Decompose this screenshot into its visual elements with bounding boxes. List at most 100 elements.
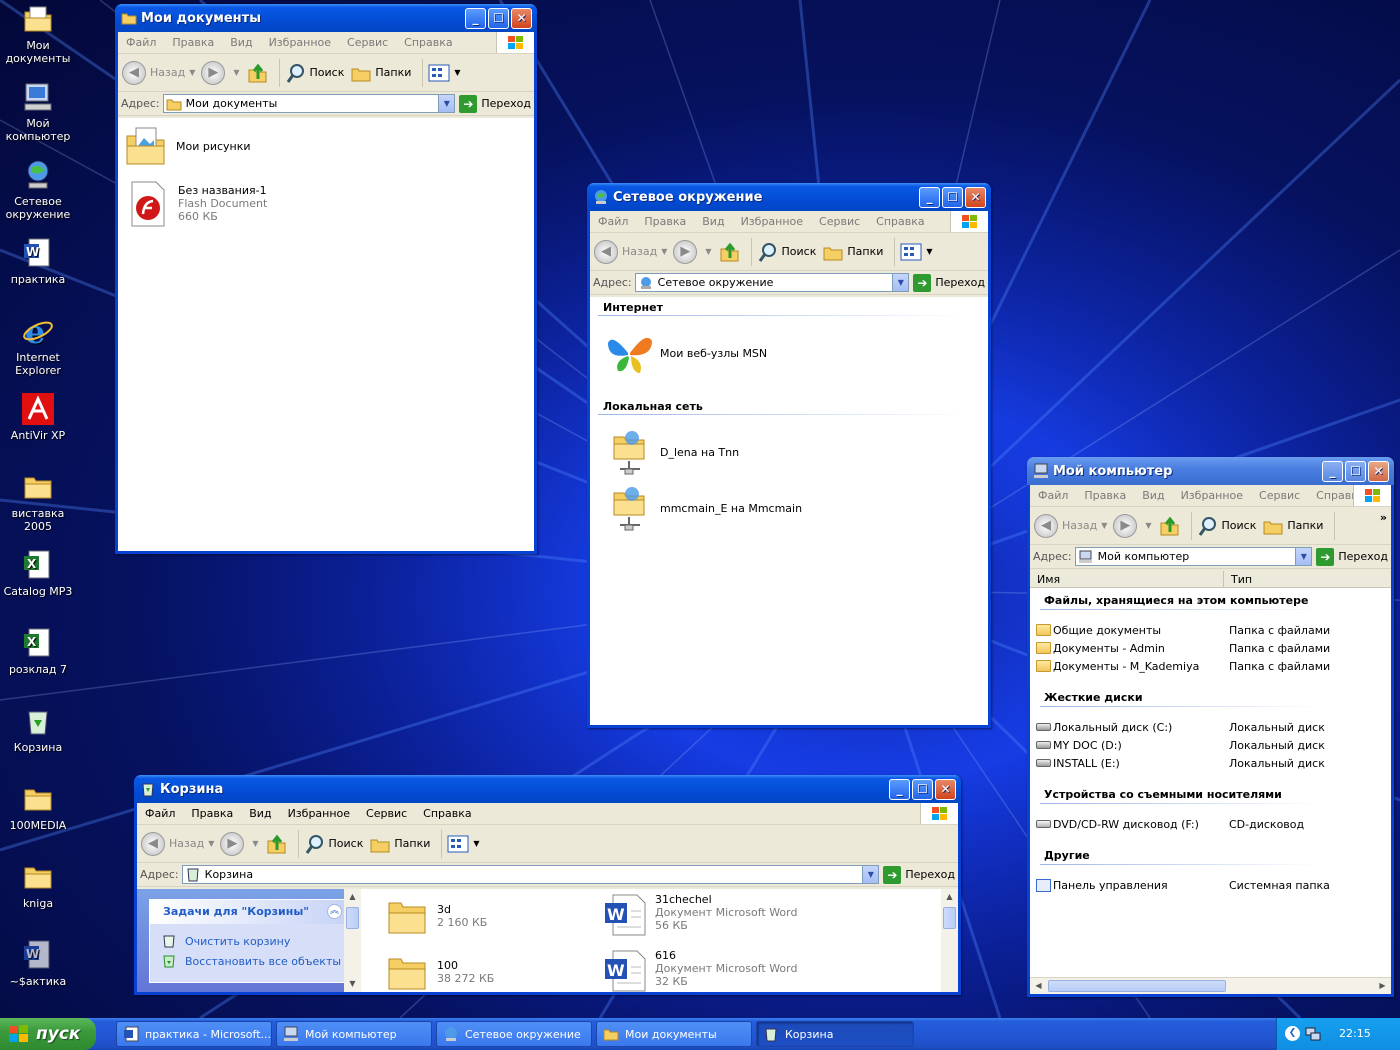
table-row[interactable]: Общие документы Папка с файлами [1030,621,1391,639]
menu-edit[interactable]: Правка [1076,489,1134,502]
desktop-icon-temp-praktika[interactable]: W ~$актика [2,938,74,988]
task-panel-header[interactable]: Задачи для "Корзины" ︽ [150,900,348,924]
up-folder-button[interactable] [246,62,268,84]
title-bar[interactable]: Мои документы _ ☐ ✕ [115,4,537,32]
menu-tools[interactable]: Сервис [811,215,868,228]
menu-file[interactable]: Файл [118,36,164,49]
desktop-icon-internet-explorer[interactable]: e Internet Explorer [2,313,74,377]
taskbar-item-recycle-bin[interactable]: Корзина [756,1021,914,1047]
table-row[interactable]: Документы - Admin Папка с файлами [1030,639,1391,657]
up-folder-button[interactable] [265,833,287,855]
file-view-scrollbar[interactable]: ▲ [941,889,958,992]
scroll-thumb[interactable] [943,907,956,929]
menu-view[interactable]: Вид [222,36,260,49]
desktop-icon-vistavka[interactable]: виставка 2005 [2,470,74,533]
menu-file[interactable]: Файл [590,215,636,228]
list-item[interactable]: 100 38 272 КБ [387,953,494,992]
desktop-icon-100media[interactable]: 100MEDIA [2,782,74,832]
chevron-down-icon[interactable]: ▼ [208,839,214,848]
list-item[interactable]: 3d 2 160 КБ [387,897,487,937]
menu-view[interactable]: Вид [694,215,732,228]
taskbar-item-my-computer[interactable]: Мой компьютер [276,1021,432,1047]
file-view[interactable]: Мои рисунки Без названия-1 Flash Documen… [118,118,534,551]
back-button[interactable]: ◀ Назад ▼ [122,60,195,85]
table-row[interactable]: INSTALL (E:) Локальный диск [1030,754,1391,772]
title-bar[interactable]: Корзина _ ☐ ✕ [134,775,961,803]
desktop-icon-catalog-mp3[interactable]: X Catalog MP3 [2,548,74,598]
minimize-button[interactable]: _ [919,186,940,208]
menu-help[interactable]: Справка [868,215,932,228]
views-button[interactable]: ▼ [428,64,461,82]
menu-tools[interactable]: Сервис [339,36,396,49]
menu-tools[interactable]: Сервис [358,807,415,820]
go-button[interactable]: ➔ Переход [1316,547,1388,566]
address-dropdown-button[interactable]: ▼ [1295,548,1312,565]
column-header-name[interactable]: Имя [1030,571,1224,587]
close-button[interactable]: ✕ [511,7,532,29]
clock[interactable]: 22:15 [1339,1027,1371,1040]
menu-help[interactable]: Справка [415,807,479,820]
taskbar-item-praktika[interactable]: практика - Microsoft... [116,1021,272,1047]
scroll-down-arrow-icon[interactable]: ▼ [344,976,361,992]
scroll-up-arrow-icon[interactable]: ▲ [344,889,361,905]
list-item[interactable]: Без названия-1 Flash Document 660 КБ [128,180,267,228]
desktop-icon-my-computer[interactable]: Мой компьютер [2,80,74,143]
chevron-down-icon[interactable]: ▼ [705,247,711,256]
address-input[interactable]: Сетевое окружение ▼ [634,273,910,292]
horizontal-scrollbar[interactable]: ◀ ▶ [1030,977,1391,994]
menu-favorites[interactable]: Избранное [280,807,358,820]
views-button[interactable]: ▼ [447,835,480,853]
toolbar-overflow-chevron-icon[interactable]: » [1380,511,1387,524]
menu-favorites[interactable]: Избранное [261,36,339,49]
folders-button[interactable]: Папки [1262,515,1323,537]
minimize-button[interactable]: _ [465,7,486,29]
search-button[interactable]: Поиск [757,241,816,263]
menu-edit[interactable]: Правка [636,215,694,228]
menu-edit[interactable]: Правка [183,807,241,820]
task-empty-bin[interactable]: Очистить корзину [162,934,290,948]
taskbar-item-my-documents[interactable]: Мои документы [596,1021,752,1047]
address-dropdown-button[interactable]: ▼ [862,866,879,883]
network-connection-icon[interactable] [1305,1026,1321,1042]
desktop-icon-my-documents[interactable]: Мои документы [2,2,74,65]
scroll-up-arrow-icon[interactable]: ▲ [941,889,958,905]
collapse-chevron-icon[interactable]: ︽ [327,904,342,919]
list-item[interactable]: D_lena на Tnn [610,429,739,475]
up-folder-button[interactable] [1158,515,1180,537]
list-item[interactable]: W 616 Документ Microsoft Word 32 КБ [603,949,797,992]
search-button[interactable]: Поиск [285,62,344,84]
column-header-type[interactable]: Тип [1224,571,1252,587]
chevron-down-icon[interactable]: ▼ [661,247,667,256]
menu-tools[interactable]: Сервис [1251,489,1308,502]
chevron-down-icon[interactable]: ▼ [189,68,195,77]
close-button[interactable]: ✕ [935,778,956,800]
back-button[interactable]: ◀ Назад ▼ [594,239,667,264]
desktop-icon-network-places[interactable]: Сетевое окружение [2,158,74,221]
menu-edit[interactable]: Правка [164,36,222,49]
search-button[interactable]: Поиск [1197,515,1256,537]
chevron-down-icon[interactable]: ▼ [926,247,932,256]
scroll-thumb[interactable] [346,907,359,929]
back-button[interactable]: ◀ Назад ▼ [141,831,214,856]
task-pane-scrollbar[interactable]: ▲ ▼ [344,889,361,992]
scroll-left-arrow-icon[interactable]: ◀ [1031,979,1046,993]
title-bar[interactable]: Мой компьютер _ ☐ ✕ [1027,457,1394,485]
forward-button[interactable]: ▶ ▼ [201,60,240,85]
scroll-thumb[interactable] [1048,980,1226,992]
chevron-down-icon[interactable]: ▼ [1101,521,1107,530]
task-restore-all[interactable]: Восстановить все объекты [162,954,341,968]
window-network-places[interactable]: Сетевое окружение _ ☐ ✕ Файл Правка Вид … [587,183,991,728]
forward-button[interactable]: ▶ ▼ [1113,513,1152,538]
table-row[interactable]: Панель управления Системная папка [1030,876,1391,894]
table-row[interactable]: Локальный диск (C:) Локальный диск [1030,718,1391,736]
folders-button[interactable]: Папки [369,833,430,855]
maximize-button[interactable]: ☐ [912,778,933,800]
list-item[interactable]: Мои веб-узлы MSN [606,331,767,375]
forward-button[interactable]: ▶ ▼ [220,831,259,856]
tray-expand-icon[interactable]: ❮ [1285,1026,1300,1041]
back-button[interactable]: ◀ Назад ▼ [1034,513,1107,538]
chevron-down-icon[interactable]: ▼ [1145,521,1151,530]
folders-button[interactable]: Папки [350,62,411,84]
menu-help[interactable]: Справка [396,36,460,49]
title-bar[interactable]: Сетевое окружение _ ☐ ✕ [587,183,991,211]
